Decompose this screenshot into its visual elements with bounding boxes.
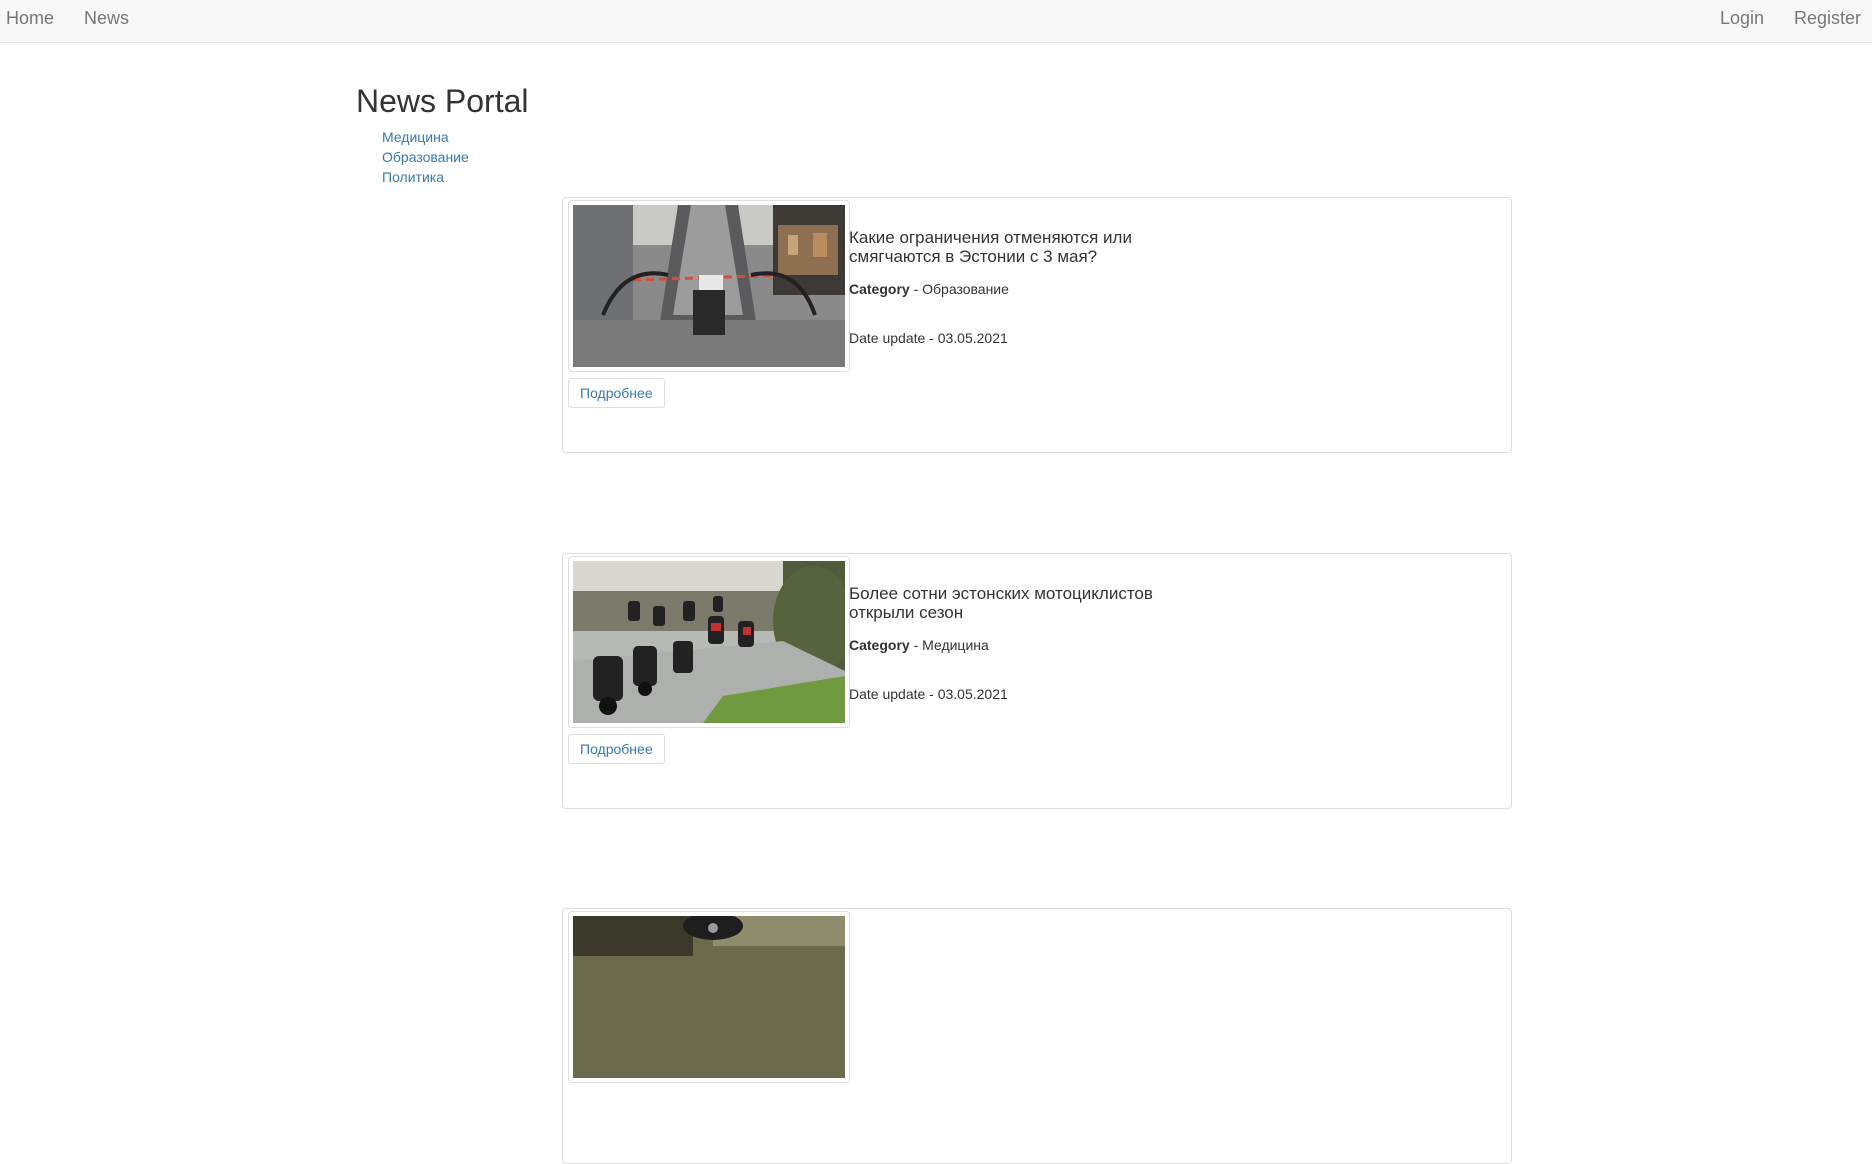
nav-login-link[interactable]: Login (1720, 8, 1764, 28)
news-image-motorcyclists (573, 561, 845, 723)
news-image (573, 916, 845, 1078)
news-thumbnail (568, 911, 850, 1083)
category-item: Образование (382, 147, 469, 167)
news-title: Какие ограничения отменяются или смягчаю… (849, 228, 1132, 266)
news-card: Более сотни эстонских мотоциклистов откр… (562, 553, 1512, 809)
category-label: Category (849, 637, 910, 653)
page-title: News Portal (356, 83, 529, 119)
news-image-escalator (573, 205, 845, 367)
category-separator: - (909, 637, 923, 653)
nav-register-link[interactable]: Register (1794, 8, 1861, 28)
category-link-education[interactable]: Образование (382, 149, 469, 165)
nav-home-link[interactable]: Home (6, 8, 54, 28)
category-link-medicine[interactable]: Медицина (382, 129, 449, 145)
category-value: Образование (922, 281, 1009, 297)
news-card: Какие ограничения отменяются или смягчаю… (562, 197, 1512, 453)
more-button[interactable]: Подробнее (568, 378, 665, 408)
category-separator: - (909, 281, 923, 297)
news-card (562, 908, 1512, 1164)
category-label: Category (849, 281, 910, 297)
category-item: Медицина (382, 127, 469, 147)
news-category: Category - Образование (849, 280, 1009, 298)
more-button[interactable]: Подробнее (568, 734, 665, 764)
category-value: Медицина (922, 637, 989, 653)
news-thumbnail (568, 556, 850, 728)
news-date: Date update - 03.05.2021 (849, 330, 1008, 346)
category-list: Медицина Образование Политика (382, 127, 469, 187)
top-navbar: Home News Login Register (0, 0, 1872, 43)
category-item: Политика (382, 167, 469, 187)
news-category: Category - Медицина (849, 636, 989, 654)
category-link-politics[interactable]: Политика (382, 169, 444, 185)
news-thumbnail (568, 200, 850, 372)
news-date: Date update - 03.05.2021 (849, 686, 1008, 702)
nav-news-link[interactable]: News (84, 8, 129, 28)
news-title: Более сотни эстонских мотоциклистов откр… (849, 584, 1153, 622)
